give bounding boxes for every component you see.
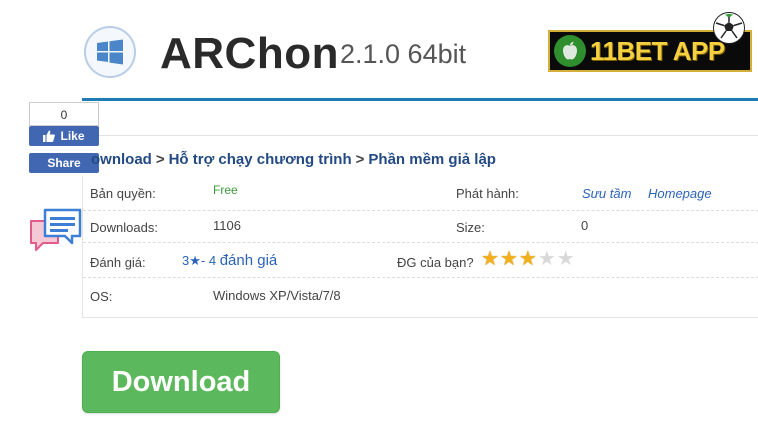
ad-text: 11BET APP bbox=[590, 35, 725, 66]
thumbs-up-icon bbox=[43, 130, 56, 142]
comment-icon[interactable] bbox=[28, 207, 84, 257]
downloads-label: Downloads: bbox=[90, 220, 158, 235]
breadcrumb: ownload > Hỗ trợ chạy chương trình > Phần mề… bbox=[91, 150, 496, 170]
publisher-link[interactable]: Sưu tầm bbox=[582, 185, 631, 203]
rating-label: Đánh giá: bbox=[90, 255, 146, 270]
like-count: 0 bbox=[29, 102, 99, 126]
user-rating-stars[interactable]: ★ ★ ★ ★ ★ bbox=[481, 249, 575, 269]
license-value: Free bbox=[213, 183, 238, 197]
rating-value: 3★- 4 bbox=[182, 253, 217, 268]
publisher-label: Phát hành: bbox=[456, 186, 519, 201]
breadcrumb-emulators[interactable]: Phần mềm giả lập bbox=[368, 151, 496, 168]
breadcrumb-support-software[interactable]: Hỗ trợ chạy chương trình bbox=[169, 151, 352, 168]
row-divider bbox=[83, 210, 758, 211]
rating-count-text: đánh giá bbox=[219, 252, 278, 269]
star-icon[interactable]: ★ bbox=[557, 249, 575, 269]
size-value: 0 bbox=[581, 218, 589, 233]
facebook-like-button[interactable]: Like bbox=[29, 126, 99, 146]
row-divider bbox=[83, 242, 758, 243]
facebook-share-button[interactable]: Share bbox=[29, 153, 99, 173]
star-icon[interactable]: ★ bbox=[538, 249, 556, 269]
rating-link[interactable]: 3★- 4 đánh giá bbox=[182, 252, 277, 270]
header-divider bbox=[82, 98, 758, 101]
info-table: Bản quyền: Free Phát hành: Sưu tầm Homep… bbox=[82, 176, 758, 318]
breadcrumb-separator: > bbox=[355, 151, 365, 168]
row-divider bbox=[83, 277, 758, 278]
star-icon[interactable]: ★ bbox=[500, 249, 518, 269]
like-label: Like bbox=[60, 129, 85, 143]
app-version: 2.1.0 64bit bbox=[340, 39, 467, 69]
apple-icon bbox=[554, 35, 586, 67]
downloads-value: 1106 bbox=[213, 218, 241, 233]
soccer-ball-icon bbox=[713, 12, 745, 44]
user-rating-label: ĐG của bạn? bbox=[397, 255, 474, 270]
download-button[interactable]: Download bbox=[82, 351, 280, 413]
app-title: ARChon bbox=[160, 29, 339, 78]
breadcrumb-separator: > bbox=[155, 151, 165, 168]
os-label: OS: bbox=[90, 289, 113, 304]
star-icon[interactable]: ★ bbox=[519, 249, 537, 269]
license-label: Bản quyền: bbox=[90, 186, 156, 201]
toolbar-divider bbox=[82, 135, 758, 136]
windows-logo-icon bbox=[84, 26, 136, 78]
breadcrumb-download[interactable]: ownload bbox=[91, 151, 152, 168]
size-label: Size: bbox=[456, 220, 485, 235]
homepage-link[interactable]: Homepage bbox=[648, 185, 712, 203]
star-icon[interactable]: ★ bbox=[481, 249, 499, 269]
os-value: Windows XP/Vista/7/8 bbox=[213, 288, 341, 303]
